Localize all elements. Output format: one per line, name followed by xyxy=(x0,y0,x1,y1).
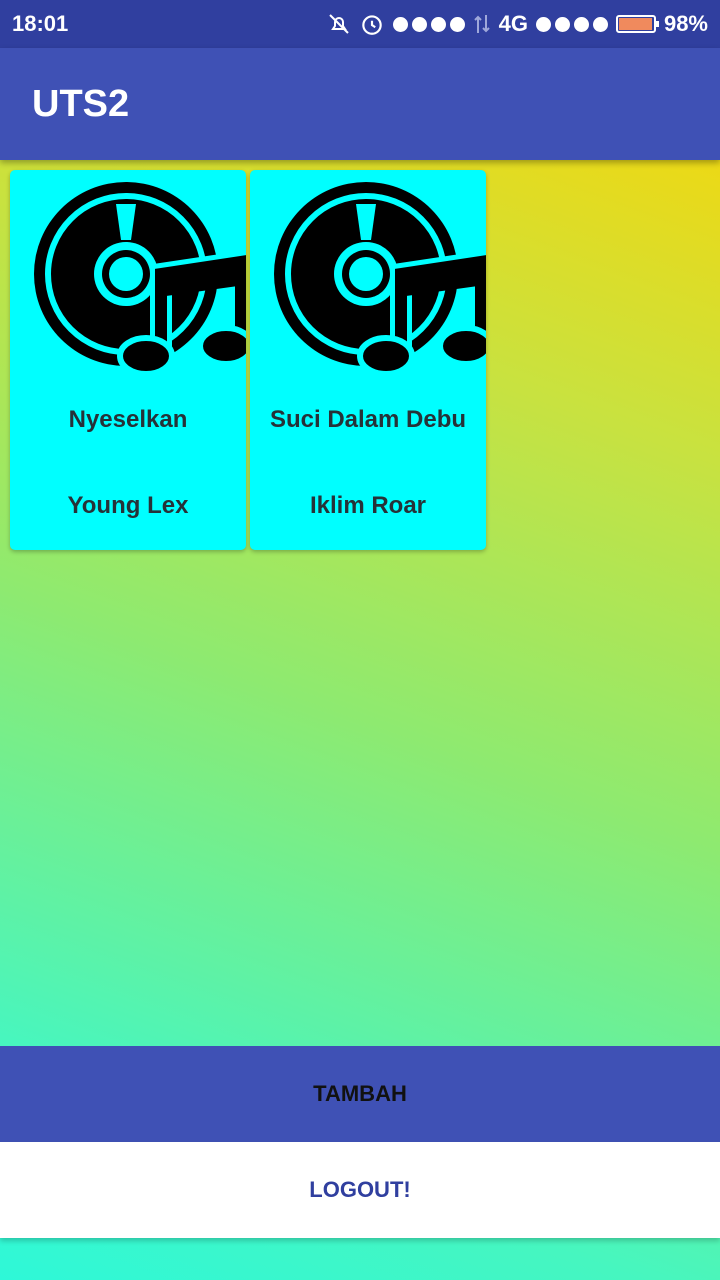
music-disc-icon xyxy=(34,182,246,377)
page-title: UTS2 xyxy=(32,82,130,125)
song-title: Nyeselkan xyxy=(68,406,188,433)
song-grid: Nyeselkan Young Lex Suci Dalam Debu Ikli… xyxy=(10,170,486,550)
tambah-button[interactable]: TAMBAH xyxy=(0,1046,720,1142)
data-transfer-icon xyxy=(473,15,490,33)
music-disc-icon xyxy=(274,182,486,377)
signal-dots-icon xyxy=(392,16,465,32)
battery-fill xyxy=(618,18,653,30)
status-icons: 4G 98% xyxy=(327,11,708,37)
logout-button[interactable]: LOGOUT! xyxy=(0,1142,720,1238)
song-artist: Young Lex xyxy=(67,492,189,519)
signal-dots-icon-2 xyxy=(535,16,608,32)
status-time: 18:01 xyxy=(12,11,69,36)
status-bar: 18:01 4G 98% xyxy=(0,0,720,48)
battery-icon xyxy=(615,15,659,33)
battery-percent: 98% xyxy=(663,11,708,36)
logout-label: LOGOUT! xyxy=(309,1177,411,1202)
song-artist: Iklim Roar xyxy=(309,492,427,519)
song-card[interactable]: Suci Dalam Debu Iklim Roar xyxy=(250,170,486,550)
song-title: Suci Dalam Debu xyxy=(269,406,467,433)
alarm-icon xyxy=(361,15,382,35)
network-label: 4G xyxy=(498,11,528,36)
tambah-label: TAMBAH xyxy=(313,1081,407,1106)
song-card[interactable]: Nyeselkan Young Lex xyxy=(10,170,246,550)
app-bar: UTS2 xyxy=(0,48,720,160)
bell-off-icon xyxy=(328,14,349,34)
